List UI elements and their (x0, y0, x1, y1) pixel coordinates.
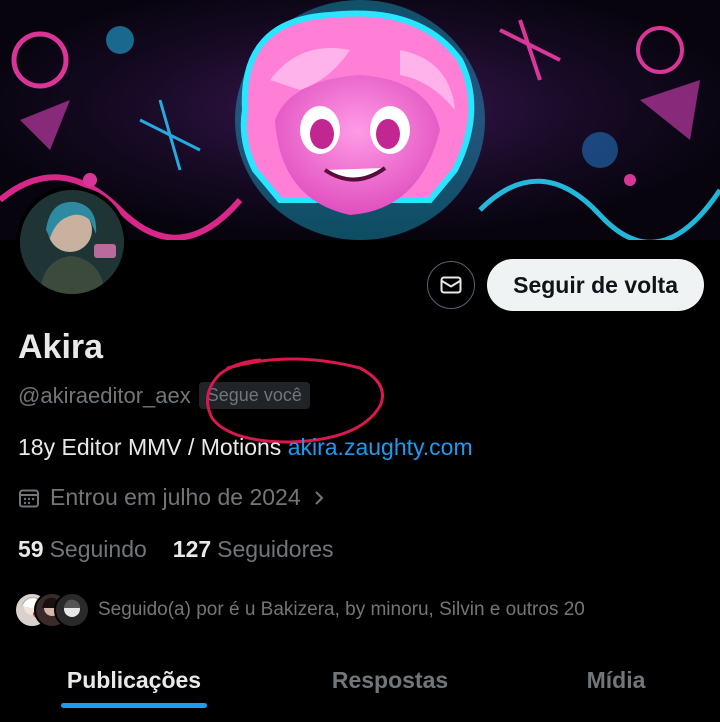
tab-respostas[interactable]: Respostas (268, 650, 512, 710)
followers-count-link[interactable]: 127 Seguidores (173, 536, 334, 563)
followers-label: Seguidores (217, 536, 334, 562)
follow-counts: 59 Seguindo 127 Seguidores (18, 536, 334, 563)
display-name: Akira (18, 328, 104, 366)
profile-tabs: Publicações Respostas Mídia (0, 650, 720, 710)
calendar-icon (19, 489, 39, 507)
followers-count: 127 (172, 536, 212, 562)
bio-link[interactable]: akira.zaughty.com (288, 434, 473, 460)
tab-midia[interactable]: Mídia (512, 650, 720, 710)
profile-bio: 18y Editor MMV / Motions akira.zaughty.c… (18, 434, 473, 461)
followed-by-avatars (14, 592, 90, 628)
tab-label: Publicações (66, 666, 202, 693)
mini-avatar (54, 592, 90, 628)
following-count-link[interactable]: 59 Seguindo (18, 536, 147, 563)
message-button[interactable] (427, 261, 476, 309)
tab-label: Respostas (331, 666, 449, 693)
mail-icon (440, 276, 462, 294)
tab-label: Mídia (586, 666, 646, 693)
following-count: 59 (18, 536, 44, 562)
followed-by-text: Seguido(a) por é u Bakizera, by minoru, … (98, 599, 585, 620)
chevron-right-icon (314, 490, 324, 505)
follow-back-button[interactable]: Seguir de volta (487, 259, 704, 311)
joined-date-text: Entrou em julho de 2024 (50, 484, 301, 510)
avatar-image (20, 190, 124, 294)
tab-publicacoes[interactable]: Publicações (0, 650, 268, 710)
bio-text: 18y Editor MMV / Motions (18, 434, 288, 460)
profile-actions: Seguir de volta (427, 259, 704, 311)
joined-date-row[interactable]: Entrou em julho de 2024 (18, 484, 327, 511)
following-label: Seguindo (49, 536, 147, 562)
username-handle: @akiraeditor_aex (18, 382, 191, 408)
profile-avatar[interactable] (16, 186, 128, 298)
active-tab-indicator (61, 703, 207, 708)
follows-you-badge: Segue você (198, 382, 310, 409)
followed-by-row[interactable]: Seguido(a) por é u Bakizera, by minoru, … (14, 592, 585, 628)
handle-row: @akiraeditor_aex Segue você (18, 382, 310, 409)
